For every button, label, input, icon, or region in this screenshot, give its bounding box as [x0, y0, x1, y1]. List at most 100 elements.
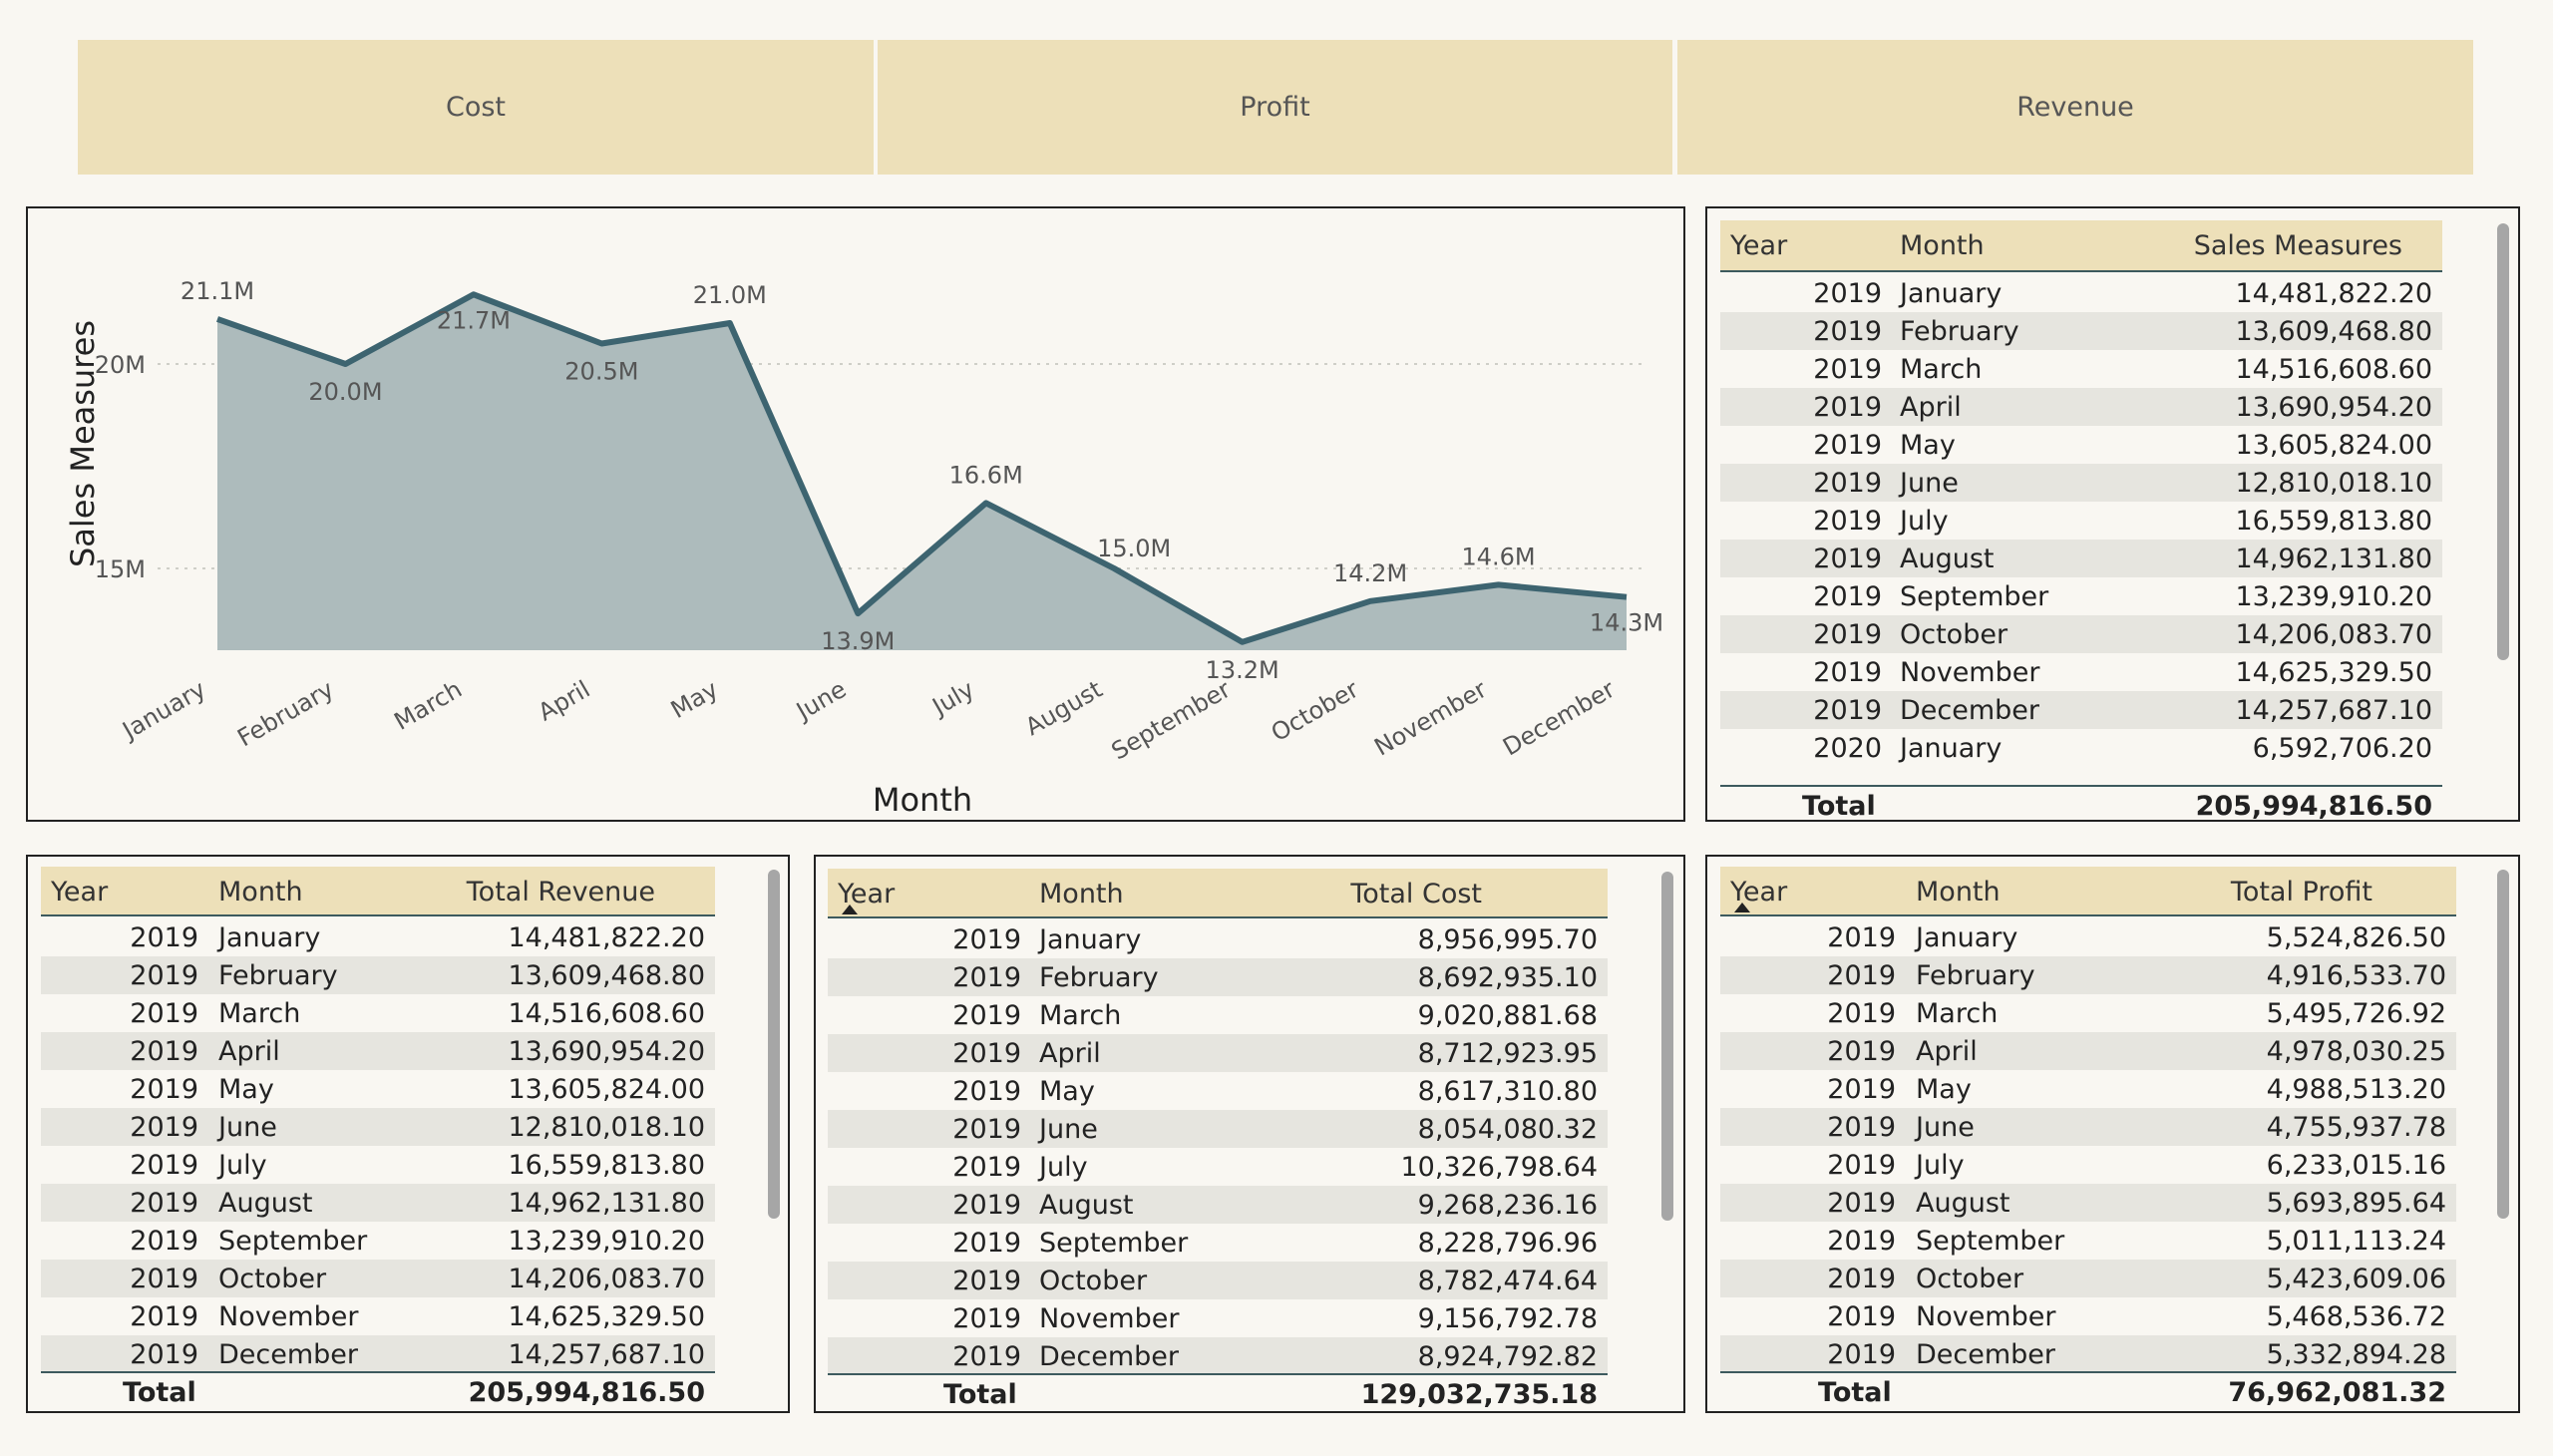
table-row[interactable]: 2019 May 8,617,310.80 — [828, 1072, 1608, 1110]
data-label: 14.2M — [1333, 559, 1407, 587]
year-cell: 2019 — [130, 1188, 198, 1219]
table-row[interactable]: 2019 October 5,423,609.06 — [1720, 1260, 2456, 1297]
column-header[interactable]: Total Profit — [2231, 877, 2372, 908]
table-row[interactable]: 2019 July 6,233,015.16 — [1720, 1146, 2456, 1184]
table-row[interactable]: 2019 December 5,332,894.28 — [1720, 1335, 2456, 1371]
value-cell: 8,617,310.80 — [1417, 1076, 1598, 1107]
table-row[interactable]: 2019 January 14,481,822.20 — [41, 918, 715, 956]
column-header[interactable]: Month — [218, 877, 303, 908]
month-cell: September — [1900, 581, 2049, 612]
month-cell: May — [218, 1074, 274, 1105]
sort-ascending-icon[interactable] — [1734, 903, 1750, 912]
value-cell: 12,810,018.10 — [2235, 468, 2432, 499]
table-row[interactable]: 2019 March 14,516,608.60 — [1720, 350, 2442, 388]
table-row[interactable]: 2019 January 5,524,826.50 — [1720, 918, 2456, 956]
table-row[interactable]: 2019 September 8,228,796.96 — [828, 1224, 1608, 1262]
table-row[interactable]: 2019 November 14,625,329.50 — [41, 1297, 715, 1335]
value-cell: 14,481,822.20 — [508, 922, 705, 953]
profit-button[interactable]: Profit — [878, 40, 1672, 175]
sales-measures-table[interactable]: Year Month Sales Measures 2019 January 14,481… — [1720, 220, 2442, 820]
profit-table-scrollbar[interactable] — [2497, 870, 2509, 1219]
month-cell: April — [1039, 1038, 1101, 1069]
table-row[interactable]: 2019 August 9,268,236.16 — [828, 1186, 1608, 1224]
column-header[interactable]: Month — [1039, 879, 1124, 910]
table-row[interactable]: 2019 November 14,625,329.50 — [1720, 653, 2442, 691]
table-row[interactable]: 2019 May 4,988,513.20 — [1720, 1070, 2456, 1108]
table-row[interactable]: 2019 April 13,690,954.20 — [41, 1032, 715, 1070]
value-cell: 10,326,798.64 — [1400, 1152, 1598, 1183]
table-row[interactable]: 2019 July 16,559,813.80 — [41, 1146, 715, 1184]
column-header[interactable]: Total Revenue — [467, 877, 655, 908]
table-row[interactable]: 2019 October 8,782,474.64 — [828, 1262, 1608, 1299]
year-cell: 2019 — [130, 1112, 198, 1143]
table-row[interactable]: 2019 March 5,495,726.92 — [1720, 994, 2456, 1032]
table-row[interactable]: 2019 June 4,755,937.78 — [1720, 1108, 2456, 1146]
table-row[interactable]: 2019 August 14,962,131.80 — [41, 1184, 715, 1222]
table-row[interactable]: 2019 September 5,011,113.24 — [1720, 1222, 2456, 1260]
table-row[interactable]: 2019 September 13,239,910.20 — [1720, 577, 2442, 615]
table-row[interactable]: 2019 October 14,206,083.70 — [41, 1260, 715, 1297]
table-row[interactable]: 2019 July 10,326,798.64 — [828, 1148, 1608, 1186]
column-header[interactable]: Month — [1916, 877, 2001, 908]
table-row[interactable]: 2019 April 13,690,954.20 — [1720, 388, 2442, 426]
month-cell: December — [218, 1339, 359, 1370]
column-header[interactable]: Year — [51, 877, 108, 908]
x-tick-label: February — [232, 675, 338, 752]
table-row[interactable]: 2019 November 9,156,792.78 — [828, 1299, 1608, 1337]
revenue-button[interactable]: Revenue — [1677, 40, 2473, 175]
table-row[interactable]: 2019 January 8,956,995.70 — [828, 920, 1608, 958]
table-row[interactable]: 2019 February 4,916,533.70 — [1720, 956, 2456, 994]
year-cell: 2019 — [1827, 960, 1896, 991]
table-row[interactable]: 2019 March 9,020,881.68 — [828, 996, 1608, 1034]
table-row[interactable]: 2019 May 13,605,824.00 — [1720, 426, 2442, 464]
cost-table-scrollbar[interactable] — [1661, 872, 1673, 1221]
data-label: 16.6M — [949, 461, 1023, 489]
year-cell: 2019 — [1813, 430, 1882, 461]
value-cell: 14,257,687.10 — [508, 1339, 705, 1370]
month-cell: January — [1900, 733, 2003, 764]
value-cell: 6,233,015.16 — [2266, 1150, 2446, 1181]
table-row[interactable]: 2019 June 8,054,080.32 — [828, 1110, 1608, 1148]
table-row[interactable]: 2019 July 16,559,813.80 — [1720, 502, 2442, 540]
total-profit-table[interactable]: Year Month Total Profit 2019 January 5,524,82… — [1720, 867, 2456, 1410]
revenue-table-scrollbar[interactable] — [768, 870, 780, 1219]
table-row[interactable]: 2019 August 14,962,131.80 — [1720, 540, 2442, 577]
table-row[interactable]: 2019 February 13,609,468.80 — [1720, 312, 2442, 350]
month-cell: March — [1900, 354, 1983, 385]
total-cost-table[interactable]: Year Month Total Cost 2019 January 8,956,995.… — [828, 869, 1608, 1411]
table-row[interactable]: 2019 November 5,468,536.72 — [1720, 1297, 2456, 1335]
x-tick-label: September — [1107, 675, 1236, 766]
column-header[interactable]: Month — [1900, 230, 1985, 261]
table-row[interactable]: 2019 December 8,924,792.82 — [828, 1337, 1608, 1373]
sales-area-chart[interactable]: 20M 15M 21.1M 20.0M 21.7M 20.5M 21.0M 13.9M 16.6… — [28, 208, 1685, 822]
year-cell: 2019 — [952, 1114, 1021, 1145]
year-cell: 2019 — [1813, 278, 1882, 309]
table-row[interactable]: 2019 April 8,712,923.95 — [828, 1034, 1608, 1072]
sales-table-scrollbar[interactable] — [2497, 223, 2509, 660]
table-row[interactable]: 2019 June 12,810,018.10 — [41, 1108, 715, 1146]
table-row[interactable]: 2019 December 14,257,687.10 — [1720, 691, 2442, 729]
cost-button[interactable]: Cost — [78, 40, 874, 175]
column-header[interactable]: Year — [1730, 230, 1787, 261]
column-header[interactable]: Sales Measures — [2194, 230, 2402, 261]
table-row[interactable]: 2020 January 6,592,706.20 — [1720, 729, 2442, 767]
table-row[interactable]: 2019 February 13,609,468.80 — [41, 956, 715, 994]
table-row[interactable]: 2019 May 13,605,824.00 — [41, 1070, 715, 1108]
table-row[interactable]: 2019 October 14,206,083.70 — [1720, 615, 2442, 653]
table-row[interactable]: 2019 March 14,516,608.60 — [41, 994, 715, 1032]
table-total-row: Total 129,032,735.18 — [828, 1373, 1608, 1411]
table-row[interactable]: 2019 December 14,257,687.10 — [41, 1335, 715, 1371]
month-cell: July — [1039, 1152, 1088, 1183]
table-row[interactable]: 2019 February 8,692,935.10 — [828, 958, 1608, 996]
year-cell: 2020 — [1813, 733, 1882, 764]
table-row[interactable]: 2019 April 4,978,030.25 — [1720, 1032, 2456, 1070]
table-row[interactable]: 2019 June 12,810,018.10 — [1720, 464, 2442, 502]
column-header[interactable]: Total Cost — [1350, 879, 1482, 910]
table-row[interactable]: 2019 August 5,693,895.64 — [1720, 1184, 2456, 1222]
data-label: 21.7M — [437, 306, 511, 334]
month-cell: November — [1916, 1301, 2056, 1332]
table-row[interactable]: 2019 January 14,481,822.20 — [1720, 274, 2442, 312]
sort-ascending-icon[interactable] — [842, 905, 858, 914]
table-row[interactable]: 2019 September 13,239,910.20 — [41, 1222, 715, 1260]
total-revenue-table[interactable]: Year Month Total Revenue 2019 January 14,481,… — [41, 867, 715, 1410]
